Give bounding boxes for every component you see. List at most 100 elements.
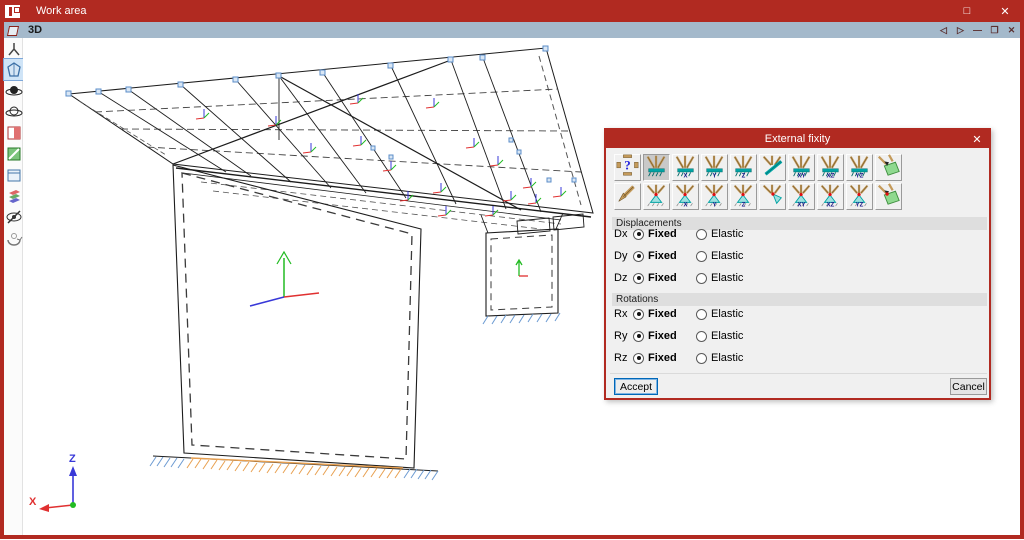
label-dx-fixed[interactable]: Fixed — [648, 228, 682, 240]
section-plane-button[interactable] — [4, 143, 23, 164]
view-3d-button[interactable] — [3, 58, 24, 81]
support-pinned-rotated-button[interactable] — [759, 183, 786, 210]
support-corner-icon — [615, 181, 640, 213]
dialog-titlebar[interactable]: External fixity ✕ — [606, 130, 989, 148]
cancel-button[interactable]: Cancel — [950, 378, 987, 395]
global-axes-indicator: Z X — [29, 453, 77, 512]
support-type-row-1: ? X Y Z XY XZ YZ — [614, 152, 902, 184]
label-dy-fixed[interactable]: Fixed — [648, 250, 682, 262]
x-axis-label: X — [29, 496, 37, 508]
view-back-button[interactable]: ◁ — [935, 22, 952, 38]
accept-button[interactable]: Accept — [614, 378, 658, 395]
hide-elements-icon — [6, 209, 21, 224]
label-dx-elastic[interactable]: Elastic — [711, 228, 743, 240]
support-pinned-x-icon: X — [673, 181, 698, 213]
dof-row-dz: Dz Fixed Elastic — [614, 271, 743, 285]
support-fixed-rotated-button[interactable] — [759, 154, 786, 181]
section-plane-icon — [7, 147, 20, 160]
support-pinned-button[interactable] — [643, 183, 670, 210]
radio-dy-elastic[interactable] — [696, 250, 707, 262]
set-square-button[interactable] — [4, 38, 23, 59]
support-fixed-y-icon: Y — [702, 152, 727, 184]
dof-row-ry: Ry Fixed Elastic — [614, 329, 743, 343]
rotations-header: Rotations — [612, 293, 987, 306]
split-window-button[interactable] — [4, 122, 23, 143]
maximize-button[interactable]: □ — [948, 0, 986, 22]
support-pinned-xy-icon: XY — [789, 181, 814, 213]
support-pinned-plane-icon — [876, 181, 901, 213]
support-pinned-z-button[interactable]: Z — [730, 183, 757, 210]
support-fixed-yz-icon: YZ — [847, 152, 872, 184]
dof-label-ry: Ry — [614, 330, 628, 342]
radio-dx-fixed[interactable] — [633, 228, 644, 240]
label-dz-elastic[interactable]: Elastic — [711, 272, 743, 284]
support-type-row-2: X Y Z XY XZ YZ — [614, 181, 902, 213]
svg-text:?: ? — [624, 157, 630, 172]
main-wall — [152, 164, 439, 472]
window-frame-right — [1020, 22, 1024, 539]
orbit-solid-icon — [5, 85, 22, 95]
dialog-close-icon[interactable]: ✕ — [969, 130, 985, 148]
view-forward-button[interactable]: ▷ — [952, 22, 969, 38]
support-corner-button[interactable] — [614, 183, 641, 210]
label-dz-fixed[interactable]: Fixed — [648, 272, 682, 284]
radio-dz-fixed[interactable] — [633, 272, 644, 284]
support-fixed-plane-button[interactable] — [875, 152, 902, 184]
close-button[interactable]: ✕ — [986, 0, 1024, 22]
right-wall — [485, 228, 559, 317]
label-ry-elastic[interactable]: Elastic — [711, 330, 743, 342]
dof-row-dy: Dy Fixed Elastic — [614, 249, 743, 263]
radio-ry-elastic[interactable] — [696, 330, 707, 342]
window-frame-icon — [7, 169, 20, 181]
support-pinned-y-button[interactable]: Y — [701, 183, 728, 210]
support-fixed-xz-button[interactable]: XZ — [817, 154, 844, 181]
support-fixed-xy-button[interactable]: XY — [788, 154, 815, 181]
support-unknown-icon: ? — [615, 152, 640, 184]
support-fixed-yz-button[interactable]: YZ — [846, 154, 873, 181]
support-fixed-icon — [644, 152, 669, 184]
layers-button[interactable] — [4, 185, 23, 206]
window-frame-button[interactable] — [4, 164, 23, 185]
viewport-minimize-button[interactable]: — — [969, 22, 986, 38]
support-pinned-yz-button[interactable]: YZ — [846, 183, 873, 210]
support-pinned-x-button[interactable]: X — [672, 183, 699, 210]
support-fixed-z-button[interactable]: Z — [730, 154, 757, 181]
label-rx-elastic[interactable]: Elastic — [711, 308, 743, 320]
support-fixed-plane-icon — [876, 152, 901, 184]
viewport-close-button[interactable]: ✕ — [1003, 22, 1020, 38]
hide-elements-button[interactable] — [4, 206, 23, 227]
support-unknown-button[interactable]: ? — [614, 154, 641, 181]
support-pinned-yz-icon: YZ — [847, 181, 872, 213]
orbit-wire-icon — [5, 106, 22, 116]
radio-dy-fixed[interactable] — [633, 250, 644, 262]
svg-text:XY: XY — [797, 173, 805, 178]
support-pinned-xz-button[interactable]: XZ — [817, 183, 844, 210]
window-frame-bottom — [0, 535, 1024, 539]
radio-dz-elastic[interactable] — [696, 272, 707, 284]
label-rx-fixed[interactable]: Fixed — [648, 308, 682, 320]
support-fixed-z-icon: Z — [731, 152, 756, 184]
button-separator — [610, 373, 987, 374]
dof-label-dx: Dx — [614, 228, 628, 240]
radio-rz-elastic[interactable] — [696, 352, 707, 364]
radio-rz-fixed[interactable] — [633, 352, 644, 364]
orbit-solid-button[interactable] — [4, 80, 23, 101]
label-rz-elastic[interactable]: Elastic — [711, 352, 743, 364]
rotate-3d-button[interactable] — [4, 227, 23, 248]
support-fixed-y-button[interactable]: Y — [701, 154, 728, 181]
radio-rx-fixed[interactable] — [633, 308, 644, 320]
viewport-restore-button[interactable]: ❐ — [986, 22, 1003, 38]
support-fixed-x-button[interactable]: X — [672, 154, 699, 181]
orbit-wire-button[interactable] — [4, 101, 23, 122]
radio-rx-elastic[interactable] — [696, 308, 707, 320]
label-rz-fixed[interactable]: Fixed — [648, 352, 682, 364]
support-fixed-button[interactable] — [643, 154, 670, 181]
viewport-titlebar: 3D ◁ ▷ — ❐ ✕ — [4, 22, 1020, 38]
radio-ry-fixed[interactable] — [633, 330, 644, 342]
support-pinned-plane-button[interactable] — [875, 181, 902, 213]
radio-dx-elastic[interactable] — [696, 228, 707, 240]
support-pinned-xy-button[interactable]: XY — [788, 183, 815, 210]
label-ry-fixed[interactable]: Fixed — [648, 330, 682, 342]
support-pinned-y-icon: Y — [702, 181, 727, 213]
label-dy-elastic[interactable]: Elastic — [711, 250, 743, 262]
